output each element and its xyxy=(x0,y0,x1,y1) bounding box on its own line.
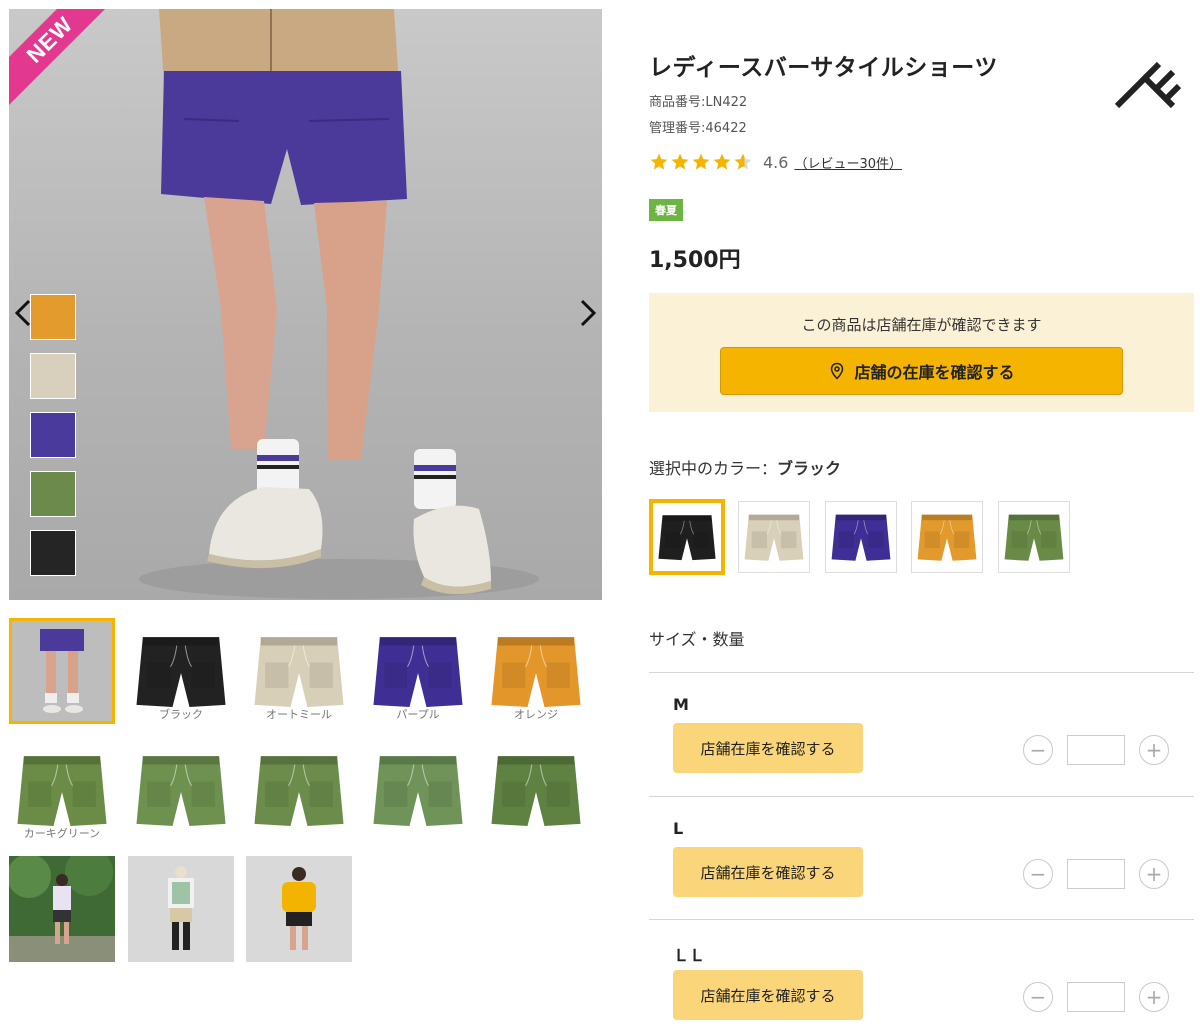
size-row-divider xyxy=(649,796,1194,797)
main-product-image: NEW xyxy=(9,9,602,600)
mini-swatch-orange[interactable] xyxy=(30,294,76,340)
thumbnail-label: オレンジ xyxy=(514,708,558,721)
star-icon xyxy=(650,153,668,170)
thumbnail-8[interactable] xyxy=(246,737,352,843)
quantity-decrease-button[interactable]: − xyxy=(1023,982,1053,1012)
size-row-divider xyxy=(649,919,1194,920)
color-swatch-purple[interactable] xyxy=(825,501,897,573)
color-swatch-orange[interactable] xyxy=(911,501,983,573)
thumbnail-6[interactable]: カーキグリーン xyxy=(9,737,115,843)
brand-logo-icon xyxy=(1114,61,1182,122)
mini-swatch-column xyxy=(30,294,78,589)
quantity-input[interactable] xyxy=(1067,859,1125,889)
color-swatch-oatmeal[interactable] xyxy=(738,501,810,573)
size-store-stock-label: 店舗在庫を確認する xyxy=(700,986,836,1005)
thumbnail-2[interactable]: ブラック xyxy=(128,618,234,724)
size-quantity-heading: サイズ・数量 xyxy=(649,630,745,649)
size-store-stock-label: 店舗在庫を確認する xyxy=(700,863,836,882)
quantity-increase-button[interactable]: + xyxy=(1139,735,1169,765)
star-rating xyxy=(649,152,753,172)
thumbnail-12[interactable] xyxy=(128,856,234,962)
product-title: レディースバーサタイルショーツ xyxy=(649,55,998,81)
check-store-stock-label: 店舗の在庫を確認する xyxy=(854,363,1015,382)
thumbnail-label: オートミール xyxy=(266,708,332,721)
star-icon xyxy=(692,153,710,170)
price: 1,500円 xyxy=(649,248,741,273)
chevron-right-icon xyxy=(580,299,597,327)
thumbnail-11[interactable] xyxy=(9,856,115,962)
management-number: 管理番号:46422 xyxy=(649,121,747,136)
size-store-stock-button[interactable]: 店舗在庫を確認する xyxy=(673,847,863,897)
thumbnail-4[interactable]: パープル xyxy=(365,618,471,724)
mini-swatch-khaki-green[interactable] xyxy=(30,471,76,517)
size-store-stock-button[interactable]: 店舗在庫を確認する xyxy=(673,970,863,1020)
star-icon xyxy=(713,153,731,170)
mini-swatch-purple[interactable] xyxy=(30,412,76,458)
product-number: 商品番号:LN422 xyxy=(649,95,748,110)
size-store-stock-button[interactable]: 店舗在庫を確認する xyxy=(673,723,863,773)
quantity-decrease-button[interactable]: − xyxy=(1023,735,1053,765)
quantity-decrease-button[interactable]: − xyxy=(1023,859,1053,889)
quantity-increase-button[interactable]: + xyxy=(1139,859,1169,889)
thumbnail-5[interactable]: オレンジ xyxy=(483,618,589,724)
star-icon xyxy=(671,153,689,170)
next-image-arrow[interactable] xyxy=(576,293,600,333)
star-icon xyxy=(734,153,752,170)
selected-color-prefix: 選択中のカラー： xyxy=(649,459,778,478)
thumbnail-9[interactable] xyxy=(365,737,471,843)
quantity-increase-button[interactable]: + xyxy=(1139,982,1169,1012)
thumbnail-label: ブラック xyxy=(159,708,203,721)
thumbnail-label: カーキグリーン xyxy=(23,827,101,840)
selected-color-name: ブラック xyxy=(777,459,842,478)
size-store-stock-label: 店舗在庫を確認する xyxy=(700,739,836,758)
mini-swatch-black[interactable] xyxy=(30,530,76,576)
quantity-input[interactable] xyxy=(1067,735,1125,765)
size-label: M xyxy=(673,695,689,714)
store-stock-box: この商品は店舗在庫が確認できます 店舗の在庫を確認する xyxy=(649,293,1194,412)
rating-value: 4.6 xyxy=(763,152,789,172)
store-stock-message: この商品は店舗在庫が確認できます xyxy=(801,316,1042,334)
thumbnail-1[interactable] xyxy=(9,618,115,724)
season-badge: 春夏 xyxy=(649,199,683,221)
size-label: L xyxy=(673,819,684,838)
quantity-input[interactable] xyxy=(1067,982,1125,1012)
thumbnail-7[interactable] xyxy=(128,737,234,843)
review-count-link[interactable]: （レビュー30件） xyxy=(794,153,902,172)
map-pin-icon xyxy=(831,362,844,380)
thumbnail-13[interactable] xyxy=(246,856,352,962)
thumbnail-10[interactable] xyxy=(483,737,589,843)
rating-row: 4.6 （レビュー30件） xyxy=(649,152,902,172)
size-row-divider xyxy=(649,672,1194,673)
selected-color-label: 選択中のカラー：ブラック xyxy=(649,455,841,479)
mini-swatch-oatmeal[interactable] xyxy=(30,353,76,399)
size-label: ＬＬ xyxy=(673,946,706,965)
color-swatch-khaki-green[interactable] xyxy=(998,501,1070,573)
check-store-stock-button[interactable]: 店舗の在庫を確認する xyxy=(720,347,1123,395)
color-swatch-black[interactable] xyxy=(649,499,725,575)
thumbnail-label: パープル xyxy=(396,708,440,721)
thumbnail-3[interactable]: オートミール xyxy=(246,618,352,724)
